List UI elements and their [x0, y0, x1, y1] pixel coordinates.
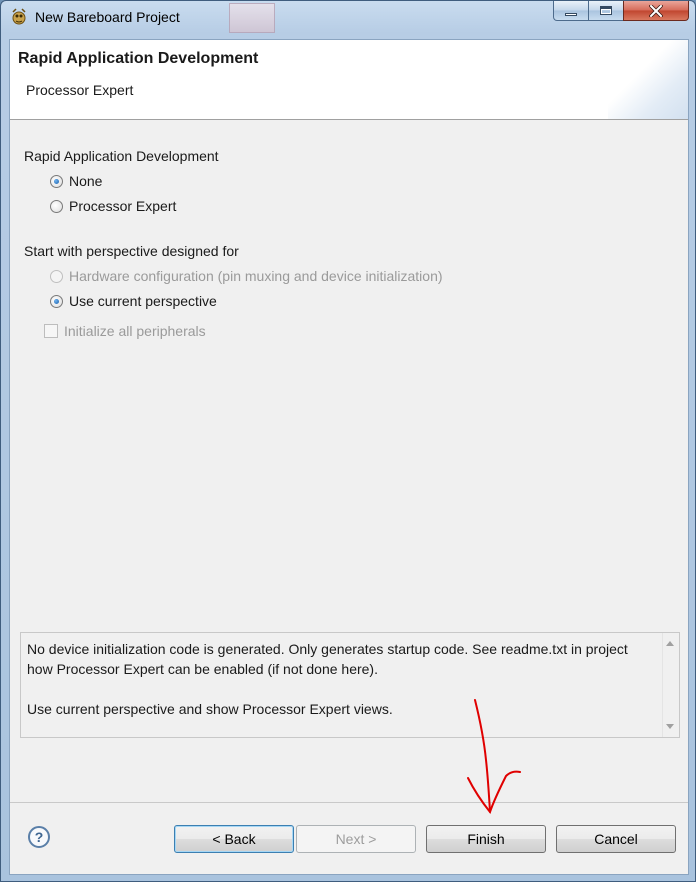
initialize-peripherals-checkbox: Initialize all peripherals — [44, 323, 206, 339]
radio-hardware-configuration-label: Hardware configuration (pin muxing and d… — [69, 268, 443, 284]
maximize-button[interactable] — [588, 1, 624, 21]
close-button[interactable] — [623, 1, 689, 21]
title-bar[interactable]: New Bareboard Project — [1, 1, 695, 35]
radio-none-label: None — [69, 173, 103, 189]
radio-current-perspective-label: Use current perspective — [69, 293, 217, 309]
page-title: Rapid Application Development — [18, 50, 259, 67]
perspective-section-label: Start with perspective designed for — [24, 243, 239, 259]
radio-hardware-configuration-control — [50, 269, 63, 283]
radio-none-control[interactable] — [50, 174, 63, 188]
header-decoration — [608, 40, 688, 119]
radio-processor-expert-control[interactable] — [50, 199, 63, 213]
radio-processor-expert[interactable]: Processor Expert — [50, 198, 176, 214]
radio-current-perspective[interactable]: Use current perspective — [50, 293, 217, 309]
back-button[interactable]: < Back — [174, 825, 294, 853]
description-paragraph-1: No device initialization code is generat… — [27, 641, 628, 677]
rad-section-label: Rapid Application Development — [24, 148, 219, 164]
codewarrior-app-icon — [12, 8, 26, 25]
maximize-icon — [600, 6, 612, 15]
description-box: No device initialization code is generat… — [20, 632, 680, 738]
help-icon: ? — [34, 829, 44, 845]
dialog-client-area: Rapid Application Development Processor … — [9, 39, 689, 875]
radio-hardware-configuration: Hardware configuration (pin muxing and d… — [50, 268, 443, 284]
minimize-icon — [565, 13, 577, 16]
radio-none[interactable]: None — [50, 173, 102, 189]
scroll-up-icon[interactable] — [666, 641, 674, 646]
initialize-peripherals-label: Initialize all peripherals — [64, 323, 206, 339]
finish-button[interactable]: Finish — [426, 825, 546, 853]
help-button[interactable]: ? — [28, 826, 50, 848]
description-paragraph-2: Use current perspective and show Process… — [27, 701, 393, 717]
scroll-down-icon[interactable] — [666, 724, 674, 729]
window-title: New Bareboard Project — [35, 9, 180, 25]
minimize-button[interactable] — [553, 1, 589, 21]
radio-processor-expert-label: Processor Expert — [69, 198, 177, 214]
cancel-button[interactable]: Cancel — [556, 825, 676, 853]
radio-current-perspective-control[interactable] — [50, 294, 63, 308]
close-icon — [649, 4, 663, 17]
wizard-header: Rapid Application Development Processor … — [10, 40, 688, 120]
next-button[interactable]: Next > — [296, 825, 416, 853]
page-description: Processor Expert — [26, 82, 134, 98]
dialog-window: New Bareboard Project Rapid Application … — [0, 0, 696, 882]
description-text: No device initialization code is generat… — [27, 639, 657, 719]
initialize-peripherals-checkbox-control — [44, 324, 58, 338]
footer-separator — [10, 802, 688, 803]
description-scrollbar[interactable] — [662, 633, 679, 737]
